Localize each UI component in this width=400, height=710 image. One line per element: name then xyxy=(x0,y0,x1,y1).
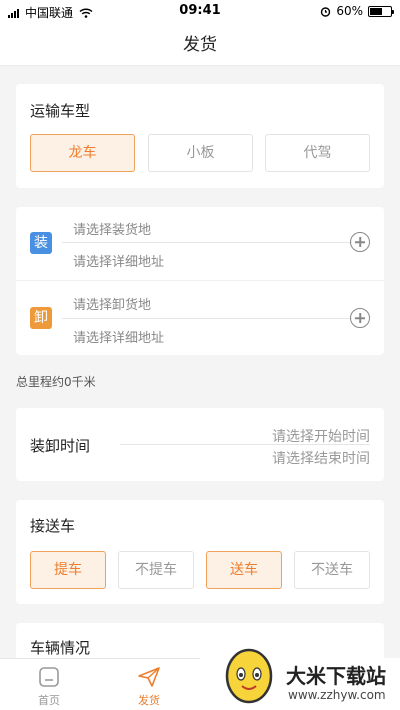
vehicle-option-daijia[interactable]: 代驾 xyxy=(265,134,370,172)
watermark: 大米下载站 www.zzhyw.com xyxy=(200,648,400,710)
page-title: 发货 xyxy=(0,24,400,66)
vehicle-option-longche[interactable]: 龙车 xyxy=(30,134,135,172)
pickup-option-songche[interactable]: 送车 xyxy=(206,551,282,589)
vehicle-option-xiaoban[interactable]: 小板 xyxy=(148,134,253,172)
loading-badge: 装 xyxy=(30,232,52,254)
battery-icon xyxy=(368,5,394,17)
status-right: 60% xyxy=(320,4,394,18)
pickup-option-busongche[interactable]: 不送车 xyxy=(294,551,370,589)
home-icon xyxy=(39,667,59,687)
tab-send[interactable]: 发货 xyxy=(119,659,179,710)
address-divider xyxy=(62,318,352,319)
section-divider xyxy=(16,280,384,281)
address-card: 装 请选择装货地 请选择详细地址 卸 请选择卸货地 请选择详细地址 xyxy=(16,207,384,355)
address-divider xyxy=(62,242,352,243)
loading-time-card: 装卸时间 请选择开始时间 请选择结束时间 xyxy=(16,408,384,481)
tab-send-label: 发货 xyxy=(138,694,160,707)
time-divider xyxy=(120,444,370,445)
vehicle-type-title: 运输车型 xyxy=(30,102,91,120)
add-loading-icon[interactable] xyxy=(350,232,370,252)
vehicle-type-card: 运输车型 龙车 小板 代驾 xyxy=(16,84,384,188)
loading-time-title: 装卸时间 xyxy=(30,437,91,455)
tab-home-label: 首页 xyxy=(38,694,60,707)
add-unloading-icon[interactable] xyxy=(350,308,370,328)
mascot-logo xyxy=(225,648,273,704)
unloading-badge: 卸 xyxy=(30,307,52,329)
loading-detail-field[interactable]: 请选择详细地址 xyxy=(73,251,164,270)
vehicle-info-card: 车辆情况 xyxy=(16,623,384,663)
vehicle-info-title: 车辆情况 xyxy=(30,639,91,657)
loading-place-field[interactable]: 请选择装货地 xyxy=(73,219,151,238)
pickup-card: 接送车 提车 不提车 送车 不送车 xyxy=(16,500,384,604)
status-bar: 中国联通 09:41 60% xyxy=(0,0,400,24)
pickup-option-tiche[interactable]: 提车 xyxy=(30,551,106,589)
mileage-text: 总里程约0千米 xyxy=(16,375,96,389)
alarm-icon xyxy=(321,6,331,17)
battery-percent: 60% xyxy=(336,4,363,18)
end-time-field[interactable]: 请选择结束时间 xyxy=(272,448,370,468)
watermark-url: www.zzhyw.com xyxy=(288,688,386,702)
unloading-detail-field[interactable]: 请选择详细地址 xyxy=(73,327,164,346)
tab-home[interactable]: 首页 xyxy=(19,659,79,710)
unloading-place-field[interactable]: 请选择卸货地 xyxy=(73,294,151,313)
start-time-field[interactable]: 请选择开始时间 xyxy=(272,426,370,446)
watermark-title: 大米下载站 xyxy=(286,664,386,688)
pickup-option-butiche[interactable]: 不提车 xyxy=(118,551,194,589)
pickup-title: 接送车 xyxy=(30,517,76,535)
send-icon xyxy=(138,667,160,687)
